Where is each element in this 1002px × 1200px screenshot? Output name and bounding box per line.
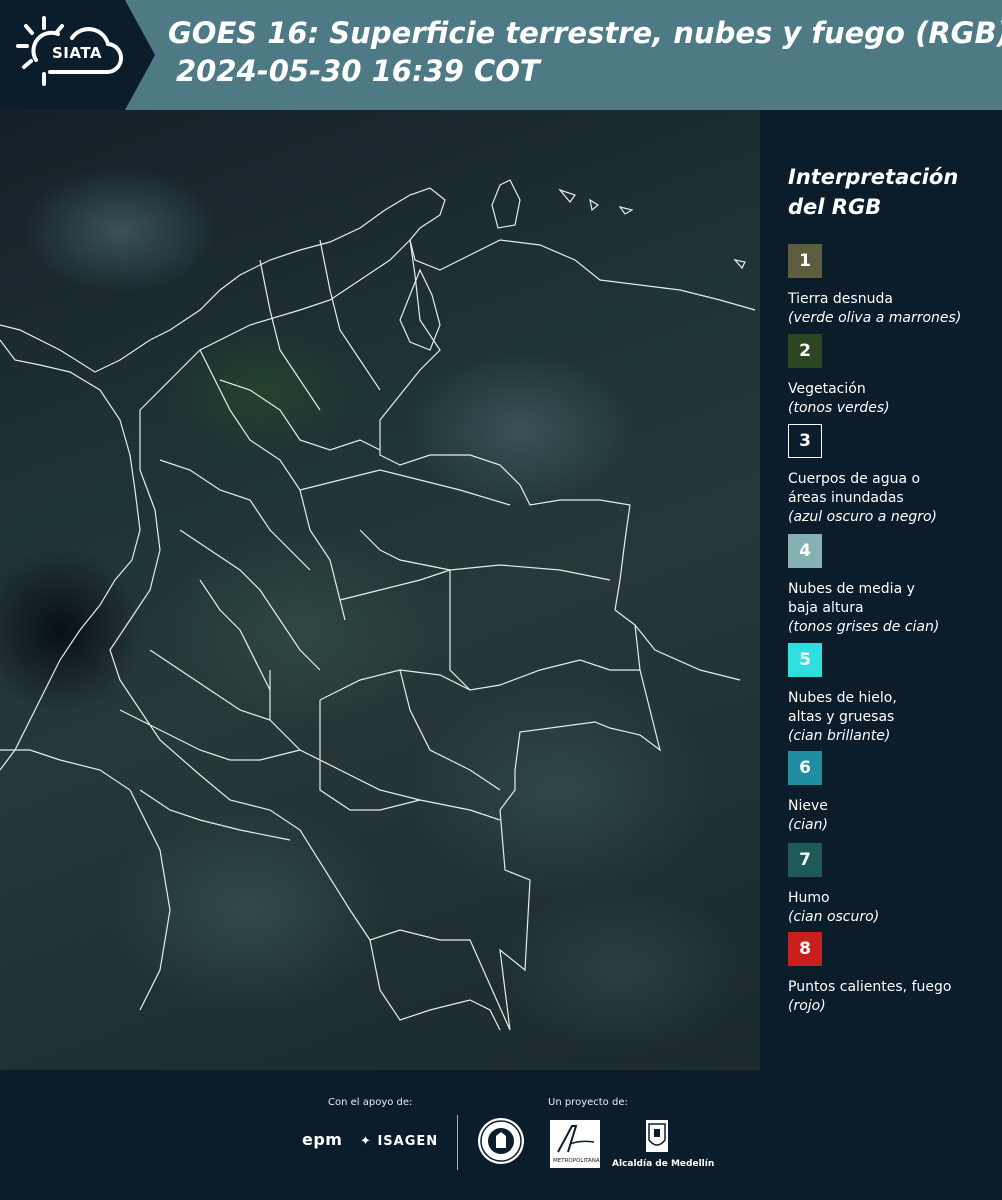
legend-sub-1: (verde oliva a marrones) <box>788 310 962 326</box>
legend-item-fire: 8 Puntos calientes, fuego (rojo) <box>788 932 998 1016</box>
legend-sub-7: (cian oscuro) <box>788 909 880 925</box>
footer-divider <box>457 1115 458 1170</box>
legend-swatch-1: 1 <box>788 244 822 278</box>
legend-sub-3: (azul oscuro a negro) <box>788 509 937 525</box>
legend-title: Interpretación del RGB <box>788 165 959 219</box>
legend-sub-4: (tonos grises de cian) <box>788 619 940 635</box>
legend-sub-2: (tonos verdes) <box>788 400 890 416</box>
legend-item-ice-clouds: 5 Nubes de hielo, altas y gruesas (cian … <box>788 643 998 746</box>
title-line-2: 2024-05-30 16:39 COT <box>176 54 540 88</box>
area-metropolitana-icon: METROPOLITANA <box>553 1125 600 1164</box>
isagen-icon: ✦ <box>360 1134 372 1149</box>
support-label: Con el apoyo de: <box>328 1097 413 1108</box>
legend-swatch-3: 3 <box>788 424 822 458</box>
legend-item-snow: 6 Nieve (cian) <box>788 751 998 835</box>
seal-logo[interactable] <box>478 1118 524 1164</box>
seal-icon <box>480 1120 522 1162</box>
legend-item-smoke: 7 Humo (cian oscuro) <box>788 843 998 927</box>
epm-logo[interactable]: epm <box>302 1130 342 1149</box>
legend-sub-6: (cian) <box>788 817 828 833</box>
legend-label-8: Puntos calientes, fuego <box>788 979 952 995</box>
legend-label-7: Humo <box>788 890 830 906</box>
isagen-text: ISAGEN <box>377 1134 439 1149</box>
legend-label-5: Nubes de hielo, altas y gruesas <box>788 690 897 725</box>
header-bar: SIATA GOES 16: Superficie terrestre, nub… <box>0 0 1002 110</box>
legend-item-water: 3 Cuerpos de agua o áreas inundadas (azu… <box>788 424 998 527</box>
legend-swatch-8: 8 <box>788 932 822 966</box>
footer: Con el apoyo de: Un proyecto de: epm ✦ I… <box>0 1070 1002 1200</box>
legend-sub-8: (rojo) <box>788 998 826 1014</box>
legend-swatch-4: 4 <box>788 534 822 568</box>
area-metropolitana-logo[interactable]: METROPOLITANA <box>550 1120 600 1168</box>
logo-text: SIATA <box>52 44 103 62</box>
legend-swatch-5: 5 <box>788 643 822 677</box>
legend-swatch-2: 2 <box>788 334 822 368</box>
project-label: Un proyecto de: <box>548 1097 628 1108</box>
legend-label-4: Nubes de media y baja altura <box>788 581 915 616</box>
alcaldia-shield-icon[interactable] <box>646 1120 668 1152</box>
legend-label-2: Vegetación <box>788 381 866 397</box>
isagen-logo[interactable]: ✦ ISAGEN <box>360 1134 438 1149</box>
siata-logo[interactable]: SIATA <box>0 0 155 110</box>
legend-item-vegetation: 2 Vegetación (tonos verdes) <box>788 334 998 418</box>
boundary-lines <box>0 179 756 1031</box>
area-metropolitana-text: METROPOLITANA <box>553 1158 600 1164</box>
alcaldia-text: Alcaldía de Medellín <box>612 1159 715 1169</box>
satellite-map <box>0 110 760 1070</box>
title-line-1: GOES 16: Superficie terrestre, nubes y f… <box>168 16 1002 50</box>
legend-label-3: Cuerpos de agua o áreas inundadas <box>788 471 921 506</box>
legend-item-mid-low-clouds: 4 Nubes de media y baja altura (tonos gr… <box>788 534 998 637</box>
legend-swatch-7: 7 <box>788 843 822 877</box>
legend-label-1: Tierra desnuda <box>788 291 893 307</box>
page-title: GOES 16: Superficie terrestre, nubes y f… <box>168 14 1002 90</box>
legend-label-6: Nieve <box>788 798 828 814</box>
legend-swatch-6: 6 <box>788 751 822 785</box>
legend-sub-5: (cian brillante) <box>788 728 891 744</box>
legend-item-bare-land: 1 Tierra desnuda (verde oliva a marrones… <box>788 244 998 328</box>
rgb-legend: Interpretación del RGB 1 Tierra desnuda … <box>762 110 1002 1070</box>
